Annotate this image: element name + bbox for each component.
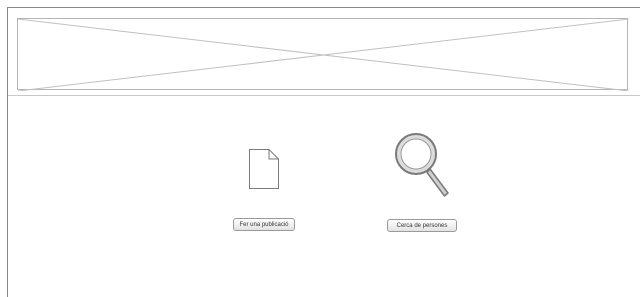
file-icon[interactable] bbox=[248, 148, 280, 195]
header-divider bbox=[8, 95, 640, 96]
magnifier-icon[interactable] bbox=[392, 130, 454, 205]
placeholder-cross bbox=[18, 19, 629, 91]
search-people-button[interactable]: Cerca de persones bbox=[387, 219, 457, 232]
create-publication-button[interactable]: Fer una publicació bbox=[233, 218, 295, 231]
banner-image-placeholder bbox=[17, 18, 629, 91]
